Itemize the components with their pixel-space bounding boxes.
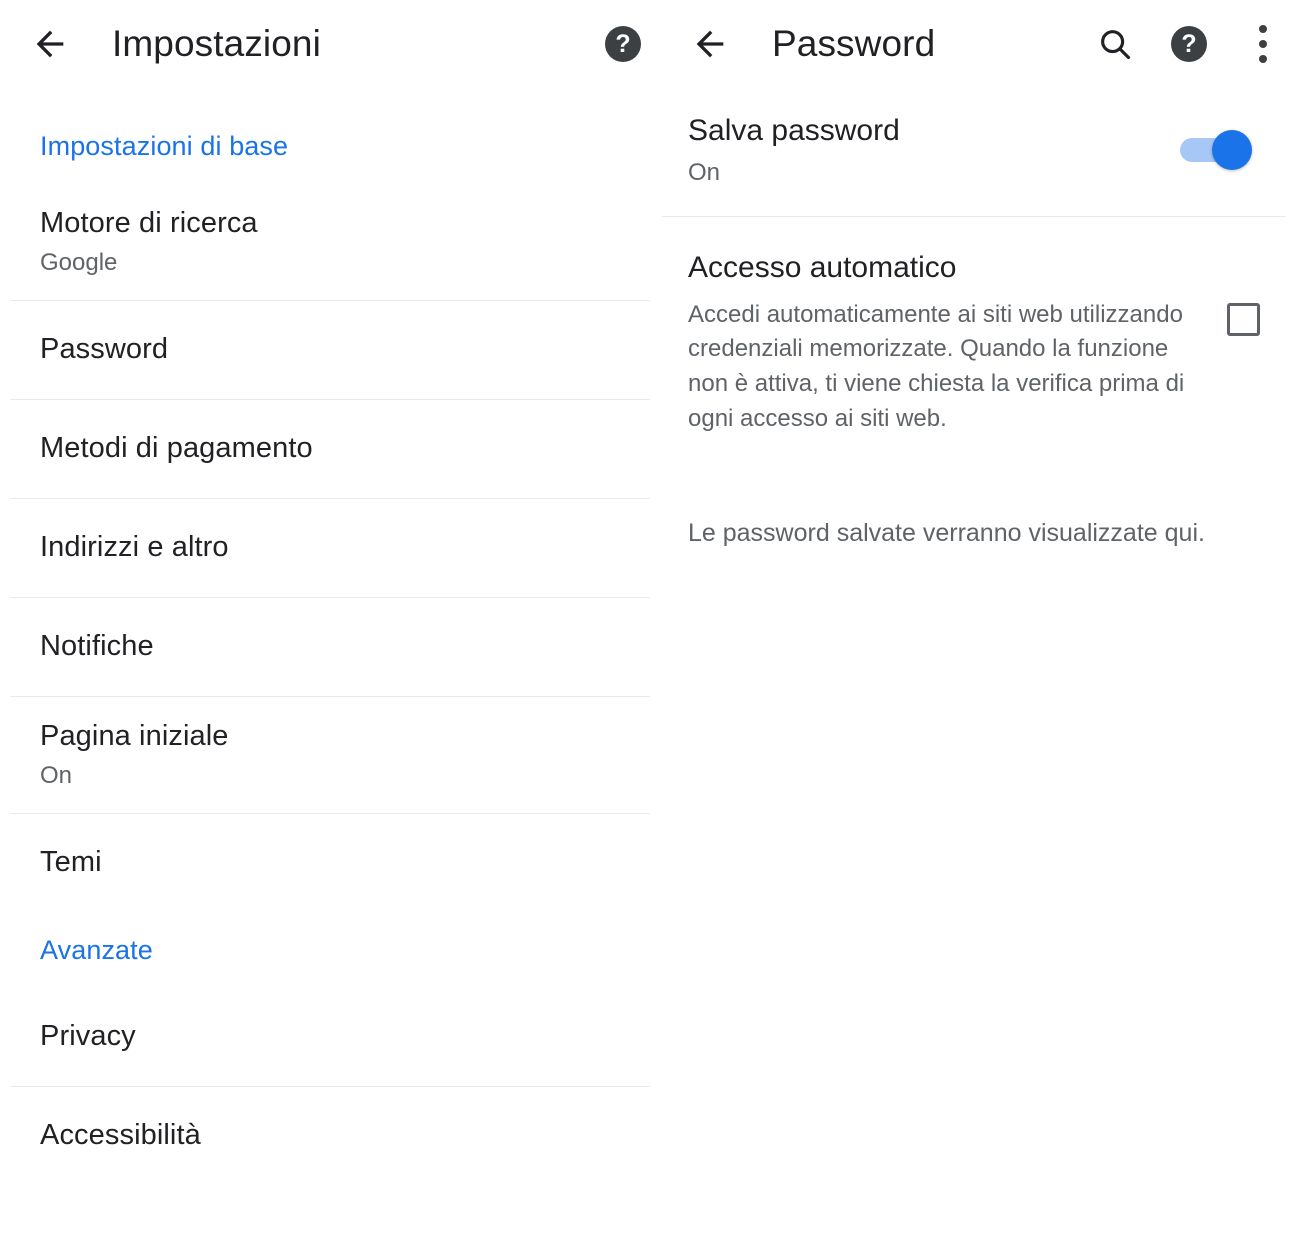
search-icon [1101, 30, 1131, 60]
more-vertical-icon [1259, 25, 1267, 63]
overflow-menu-button[interactable] [1226, 0, 1300, 88]
settings-item-label: Indirizzi e altro [40, 531, 229, 564]
password-toolbar-actions: ? [1078, 0, 1300, 88]
settings-item-value: On [40, 762, 73, 790]
auto-signin-row[interactable]: Accesso automatico Accedi automaticament… [660, 217, 1300, 465]
help-button[interactable]: ? [586, 0, 660, 88]
save-password-label: Salva password [688, 114, 900, 147]
section-header-basics: Impostazioni di base [40, 130, 289, 161]
auto-signin-description: Accedi automaticamente ai siti web utili… [688, 300, 1185, 432]
save-password-toggle[interactable] [1180, 130, 1254, 171]
settings-item-privacy[interactable]: Privacy [0, 988, 660, 1086]
settings-item-label: Temi [40, 846, 102, 879]
help-circle-icon: ? [1171, 26, 1207, 62]
settings-item-label: Password [40, 333, 169, 366]
settings-item-themes[interactable]: Temi [0, 814, 660, 912]
settings-item-label: Pagina iniziale [40, 720, 229, 753]
settings-item-password[interactable]: Password [0, 301, 660, 399]
save-password-texts: Salva password On [688, 114, 1180, 186]
settings-item-value: Google [40, 249, 118, 277]
auto-signin-texts: Accesso automatico Accedi automaticament… [688, 251, 1203, 437]
settings-item-accessibility[interactable]: Accessibilità [0, 1087, 660, 1185]
settings-item-payment-methods[interactable]: Metodi di pagamento [0, 400, 660, 498]
settings-item-homepage[interactable]: Pagina iniziale On [0, 697, 660, 813]
back-button[interactable] [674, 0, 746, 88]
help-circle-icon: ? [605, 26, 641, 62]
password-content: Salva password On Accesso automatico Acc… [660, 88, 1300, 549]
settings-toolbar-actions: ? [586, 0, 660, 88]
settings-list: Impostazioni di base Motore di ricerca G… [0, 108, 660, 1185]
settings-scroll-area[interactable]: La sincronizzazione è attiva Impostazion… [0, 70, 660, 1240]
settings-item-label: Privacy [40, 1020, 136, 1053]
toggle-thumb [1212, 130, 1252, 171]
settings-toolbar: Impostazioni ? [0, 0, 660, 88]
page-title: Impostazioni [112, 23, 321, 64]
dual-panel-screenshot: Impostazioni ? La sincronizzazione è att… [0, 0, 1300, 1240]
back-button[interactable] [14, 0, 86, 88]
arrow-left-icon [696, 30, 724, 58]
search-button[interactable] [1078, 0, 1152, 88]
section-header-advanced: Avanzate [40, 934, 153, 965]
settings-item-addresses[interactable]: Indirizzi e altro [0, 499, 660, 597]
passwords-empty-state: Le password salvate verranno visualizzat… [688, 518, 1205, 547]
settings-panel: Impostazioni ? La sincronizzazione è att… [0, 0, 660, 1240]
settings-item-notifications[interactable]: Notifiche [0, 598, 660, 696]
settings-item-label: Metodi di pagamento [40, 432, 313, 465]
settings-item-label: Accessibilità [40, 1119, 201, 1152]
help-button[interactable]: ? [1152, 0, 1226, 88]
password-panel: Password ? Salva password On Accesso aut… [660, 0, 1300, 1240]
page-title: Password [772, 23, 936, 64]
arrow-left-icon [36, 30, 64, 58]
settings-item-label: Motore di ricerca [40, 207, 258, 240]
save-password-state: On [688, 158, 721, 186]
settings-item-search-engine[interactable]: Motore di ricerca Google [0, 184, 660, 300]
save-password-row[interactable]: Salva password On [660, 88, 1300, 216]
password-toolbar: Password ? [660, 0, 1300, 88]
auto-signin-checkbox[interactable] [1227, 303, 1260, 337]
settings-item-label: Notifiche [40, 630, 154, 663]
auto-signin-label: Accesso automatico [688, 251, 957, 285]
